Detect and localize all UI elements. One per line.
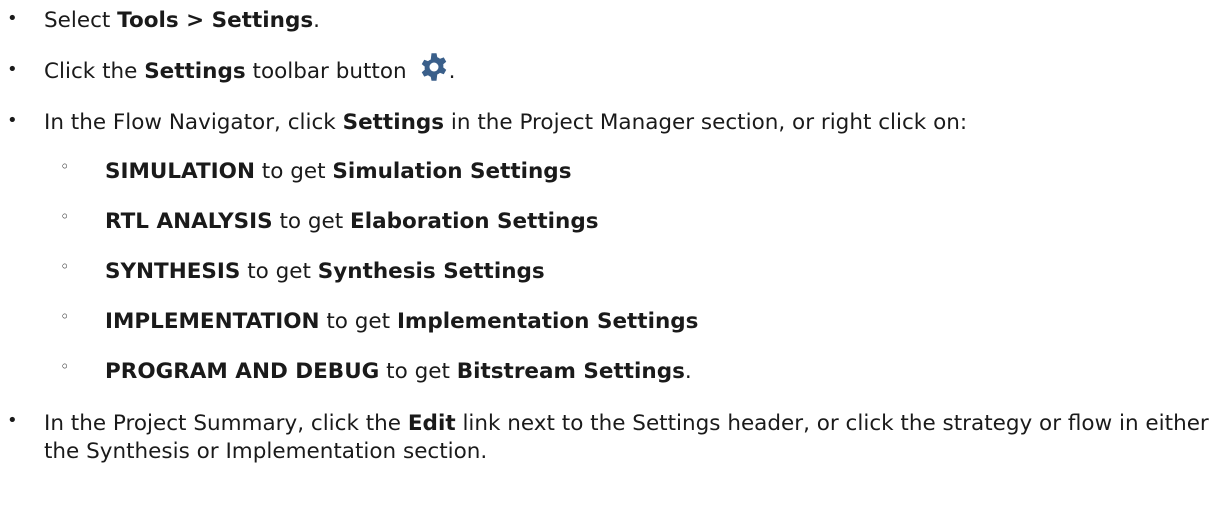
sub-list-item-text: PROGRAM AND DEBUG to get Bitstream Setti… bbox=[105, 359, 692, 384]
sub-list-item-text: IMPLEMENTATION to get Implementation Set… bbox=[105, 309, 699, 334]
sub-list-item-text: SYNTHESIS to get Synthesis Settings bbox=[105, 259, 545, 284]
list-item-text: In the Project Summary, click the Edit l… bbox=[44, 411, 1209, 464]
bullet-marker: • bbox=[7, 59, 18, 80]
menu-path: Tools > Settings bbox=[117, 8, 314, 33]
list-item-text: Select Tools > Settings. bbox=[44, 8, 321, 33]
edit-link-term: Edit bbox=[407, 411, 456, 436]
list-item-text: In the Flow Navigator, click Settings in… bbox=[44, 110, 968, 135]
sub-bullet-marker: ◦ bbox=[60, 257, 70, 276]
list-item-text: Click the Settings toolbar button. bbox=[44, 53, 456, 84]
sub-bullet-marker: ◦ bbox=[60, 357, 70, 376]
sub-bullet-marker: ◦ bbox=[60, 157, 70, 176]
bullet-marker: • bbox=[7, 110, 18, 131]
bullet-marker: • bbox=[7, 410, 18, 431]
sub-bullet-marker: ◦ bbox=[60, 207, 70, 226]
sub-list-item-text: RTL ANALYSIS to get Elaboration Settings bbox=[105, 209, 599, 234]
gear-icon bbox=[421, 53, 446, 81]
sub-list-item-text: SIMULATION to get Simulation Settings bbox=[105, 159, 572, 184]
settings-term: Settings bbox=[342, 110, 445, 135]
settings-term: Settings bbox=[144, 59, 246, 84]
sub-bullet-marker: ◦ bbox=[60, 307, 70, 326]
bullet-marker: • bbox=[7, 8, 18, 29]
